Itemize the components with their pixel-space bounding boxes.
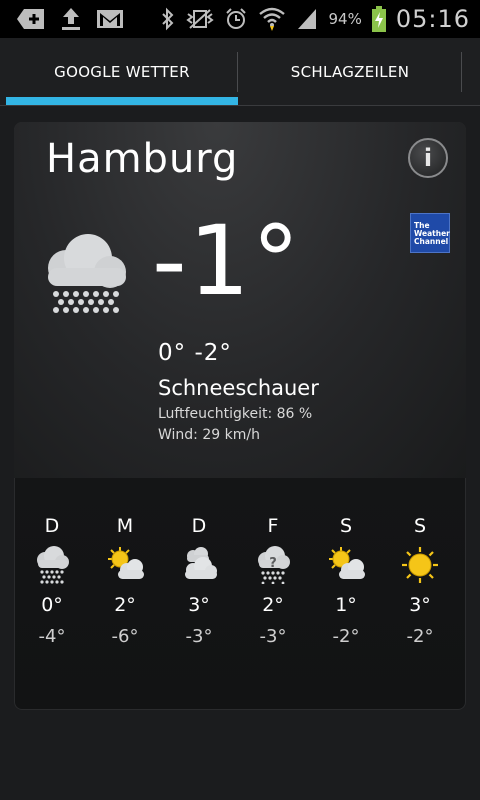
battery-percent: 94%	[328, 10, 362, 28]
partly-sunny-icon	[108, 547, 144, 579]
alarm-icon	[224, 7, 248, 31]
add-notification-icon	[16, 7, 46, 31]
forecast-day-label: S	[339, 515, 353, 537]
forecast-high: 1°	[335, 594, 357, 616]
selected-tab-indicator	[6, 97, 238, 105]
signal-icon	[296, 7, 318, 31]
tab-divider	[461, 52, 462, 92]
forecast-high: 2°	[262, 594, 284, 616]
forecast-low: -4°	[38, 626, 66, 647]
info-button[interactable]: i	[408, 138, 448, 178]
wifi-icon	[258, 6, 286, 32]
tab-google-wetter[interactable]: GOOGLE WETTER	[6, 38, 238, 106]
city-name: Hamburg	[46, 136, 239, 182]
upload-icon	[60, 6, 82, 32]
bluetooth-icon	[160, 7, 176, 31]
tab-bar: GOOGLE WETTER SCHLAGZEILEN	[0, 38, 480, 106]
forecast-low: -2°	[332, 626, 360, 647]
forecast-low: -2°	[406, 626, 434, 647]
forecast-high: 3°	[409, 594, 431, 616]
wind-text: Wind: 29 km/h	[158, 427, 260, 443]
clock: 05:16	[395, 5, 470, 33]
humidity-text: Luftfeuchtigkeit: 86 %	[158, 406, 313, 422]
battery-charging-icon	[371, 6, 386, 32]
high-low-temperature: 0° -2°	[158, 340, 232, 366]
gmail-icon	[96, 8, 124, 30]
current-temperature: -1°	[152, 205, 302, 317]
forecast-high: 0°	[41, 594, 63, 616]
forecast-day-label: D	[44, 515, 60, 537]
system-icons: 94% 05:16	[160, 5, 470, 33]
forecast-day[interactable]: D 3° -3°	[169, 512, 229, 650]
forecast-row: D 0° -4° M 2° -6° D 3° -3° F ? 2° -3° S …	[14, 512, 466, 672]
forecast-high: 2°	[114, 594, 136, 616]
status-bar: 94% 05:16	[0, 0, 480, 38]
partly-sunny-icon	[329, 547, 365, 579]
forecast-day-label: S	[413, 515, 427, 537]
notification-area[interactable]	[16, 6, 124, 32]
forecast-day[interactable]: D 0° -4°	[22, 512, 82, 650]
forecast-day-label: M	[116, 515, 134, 537]
weather-condition: Schneeschauer	[158, 376, 319, 400]
snow-icon	[37, 546, 69, 584]
forecast-day-label: F	[267, 515, 279, 537]
weather-channel-logo[interactable]: The Weather Channel	[410, 213, 450, 253]
vibrate-icon	[186, 8, 215, 30]
tab-schlagzeilen[interactable]: SCHLAGZEILEN	[238, 38, 462, 106]
info-icon: i	[423, 144, 433, 172]
unknown-snow-icon: ?	[258, 546, 290, 584]
forecast-low: -6°	[111, 626, 139, 647]
forecast-high: 3°	[188, 594, 210, 616]
forecast-day-label: D	[191, 515, 207, 537]
forecast-day[interactable]: S 1° -2°	[316, 512, 376, 650]
forecast-low: -3°	[259, 626, 287, 647]
forecast-day[interactable]: F ? 2° -3°	[243, 512, 303, 650]
sunny-icon	[402, 547, 438, 583]
weather-card[interactable]: Hamburg i The Weather Channel -1° 0° -2° S…	[14, 122, 466, 710]
forecast-day[interactable]: S 3° -2°	[390, 512, 450, 650]
cloudy-icon	[185, 547, 217, 579]
forecast-low: -3°	[185, 626, 213, 647]
forecast-day[interactable]: M 2° -6°	[95, 512, 155, 650]
snow-showers-icon	[48, 234, 126, 313]
svg-text:?: ?	[269, 556, 277, 571]
